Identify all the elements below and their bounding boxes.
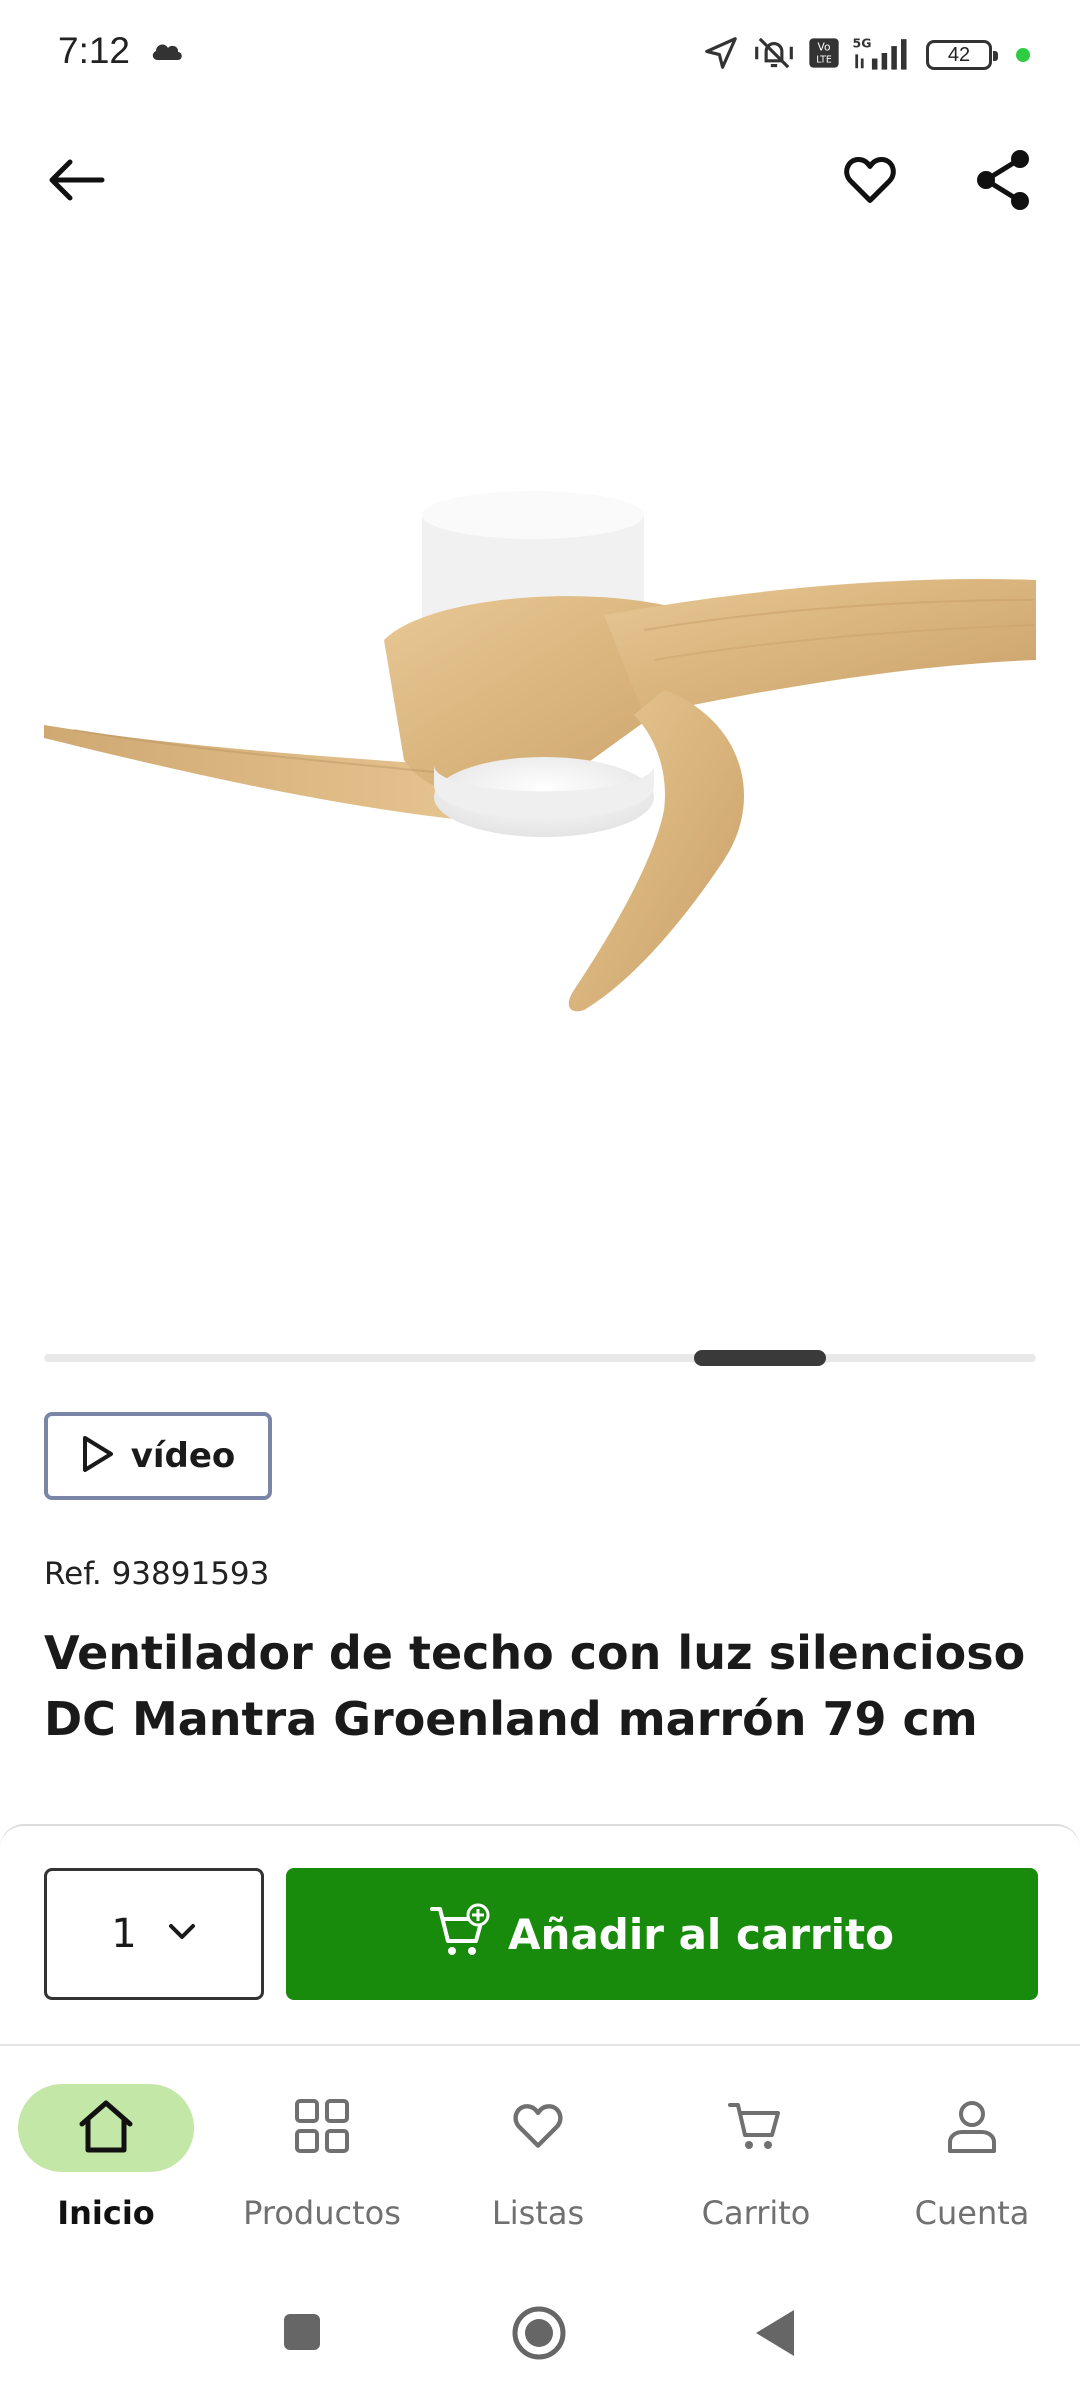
status-time: 7:12: [58, 30, 131, 71]
back-nav-button[interactable]: [752, 2306, 798, 2364]
play-icon: [81, 1435, 115, 1477]
carousel-indicator[interactable]: [44, 1350, 1036, 1366]
nav-item-inicio[interactable]: Inicio: [6, 2084, 206, 2232]
mute-vibrate-icon: [752, 34, 796, 76]
quantity-value: 1: [111, 1911, 137, 1957]
home-button[interactable]: [510, 2304, 568, 2366]
status-icons: Vo LTE 5G 42: [702, 34, 1030, 76]
nav-item-listas[interactable]: Listas: [438, 2084, 638, 2232]
nav-label-listas: Listas: [491, 2194, 585, 2232]
nav-label-productos: Productos: [243, 2194, 401, 2232]
favorite-button[interactable]: [830, 142, 910, 222]
network-label: 5G: [853, 35, 872, 50]
volte-icon: Vo LTE: [808, 37, 840, 73]
share-button[interactable]: [964, 142, 1044, 222]
heart-icon: [842, 155, 898, 209]
recents-button[interactable]: [280, 2310, 324, 2358]
video-label: vídeo: [130, 1436, 236, 1476]
product-ref: Ref. 93891593: [44, 1556, 270, 1592]
system-navigation: [0, 2290, 1080, 2380]
user-icon: [946, 2098, 998, 2158]
product-title: Ventilador de techo con luz silencioso D…: [44, 1626, 1026, 1746]
add-to-cart-button[interactable]: Añadir al carrito: [286, 1868, 1038, 2000]
chevron-down-icon: [167, 1922, 197, 1946]
grid-icon: [294, 2098, 350, 2158]
svg-text:Vo: Vo: [818, 40, 831, 53]
cloud-icon: [150, 40, 184, 66]
ceiling-fan-illustration: [44, 491, 1036, 1012]
share-icon: [974, 149, 1034, 215]
svg-text:LTE: LTE: [816, 54, 832, 65]
add-to-cart-label: Añadir al carrito: [508, 1909, 894, 1959]
cart-icon: [728, 2099, 784, 2157]
privacy-dot: [1016, 48, 1030, 62]
quantity-select[interactable]: 1: [44, 1868, 264, 2000]
back-button[interactable]: [36, 142, 116, 222]
nav-item-cuenta[interactable]: Cuenta: [872, 2084, 1072, 2232]
product-image[interactable]: [44, 360, 1036, 1060]
nav-label-cuenta: Cuenta: [914, 2194, 1030, 2232]
cart-add-icon: [430, 1903, 490, 1965]
heart-icon: [511, 2102, 565, 2154]
nav-item-carrito[interactable]: Carrito: [656, 2084, 856, 2232]
carousel-thumb: [694, 1350, 826, 1366]
status-bar: 7:12 Vo LTE 5G 42: [0, 0, 1080, 110]
battery-indicator: 42: [926, 40, 998, 70]
home-icon: [76, 2098, 136, 2158]
arrow-left-icon: [46, 158, 106, 206]
signal-icon: 5G: [852, 35, 914, 75]
location-icon: [702, 34, 740, 76]
nav-item-productos[interactable]: Productos: [222, 2084, 422, 2232]
top-bar: [0, 140, 1080, 230]
nav-label-inicio: Inicio: [57, 2194, 155, 2232]
bottom-navigation: Inicio Productos Listas Carrito Cuenta: [0, 2044, 1080, 2244]
nav-label-carrito: Carrito: [701, 2194, 811, 2232]
video-button[interactable]: vídeo: [44, 1412, 272, 1500]
